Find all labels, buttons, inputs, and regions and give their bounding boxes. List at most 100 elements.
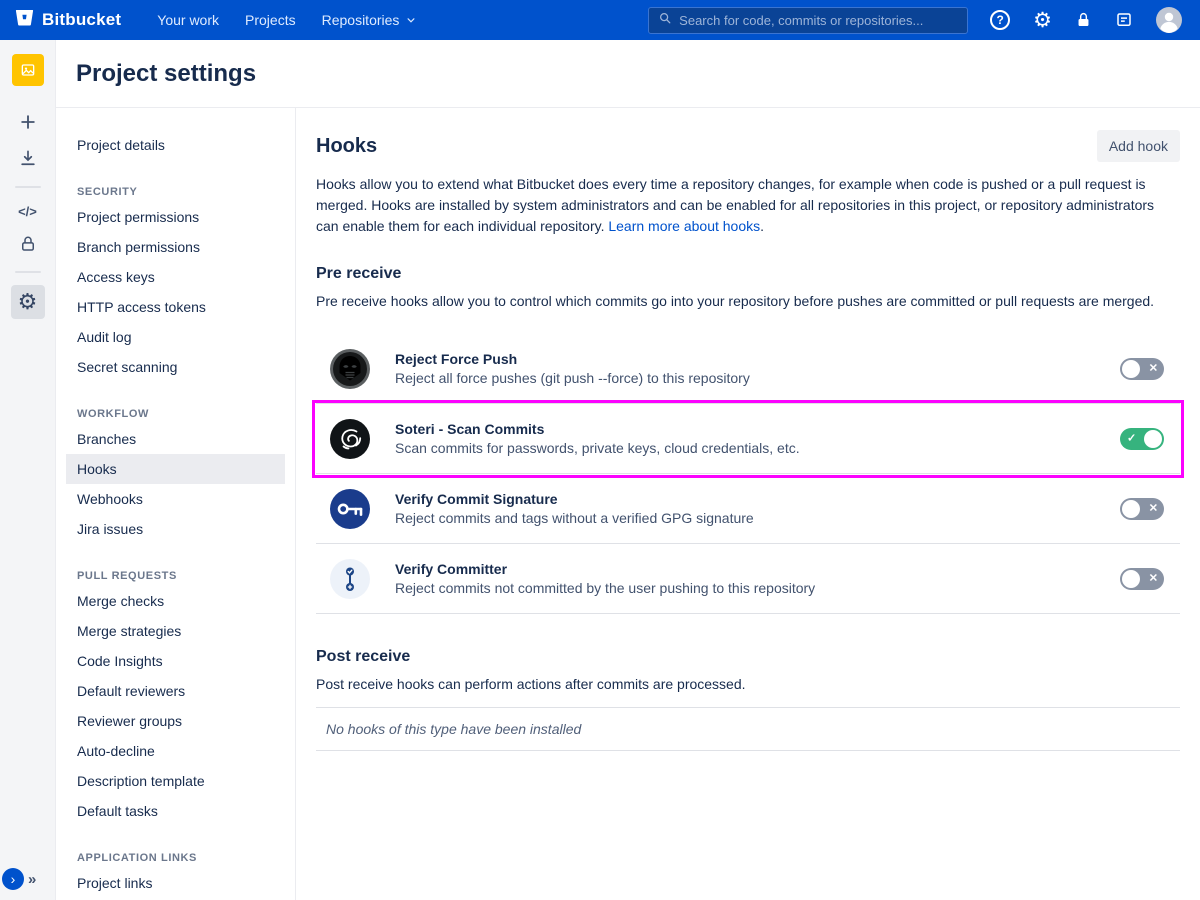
hook-name: Verify Committer: [395, 561, 815, 577]
settings-nav-item-project-details[interactable]: Project details: [66, 130, 285, 160]
double-chevron-icon[interactable]: »: [28, 871, 36, 888]
pre-receive-heading: Pre receive: [316, 265, 1180, 283]
settings-nav-section-application-links: APPLICATION LINKS: [66, 848, 285, 868]
topnav-links: Your workProjectsRepositories: [147, 6, 428, 34]
left-rail: </> ⚙ › »: [0, 40, 56, 900]
hook-description: Scan commits for passwords, private keys…: [395, 440, 800, 456]
hooks-intro: Hooks allow you to extend what Bitbucket…: [316, 174, 1180, 237]
lock-icon[interactable]: [19, 235, 37, 253]
darth-vader-icon: [330, 349, 370, 389]
settings-nav-item-secret-scanning[interactable]: Secret scanning: [66, 352, 285, 382]
toggle-check-icon: ✓: [1127, 433, 1136, 444]
hooks-heading: Hooks: [316, 135, 377, 158]
hook-name: Verify Commit Signature: [395, 491, 754, 507]
feedback-icon[interactable]: [1115, 11, 1133, 29]
hook-text: Verify Commit Signature Reject commits an…: [395, 491, 754, 526]
security-lock-icon[interactable]: [1075, 11, 1092, 29]
hook-name: Soteri - Scan Commits: [395, 421, 800, 437]
settings-nav-item-project-links[interactable]: Project links: [66, 868, 285, 898]
expand-sidebar-icon[interactable]: ›: [2, 868, 24, 890]
rail-divider: [15, 186, 41, 188]
hook-text: Reject Force Push Reject all force pushes…: [395, 351, 750, 386]
search-input[interactable]: [679, 13, 958, 28]
toggle-cross-icon: ✕: [1149, 363, 1158, 374]
hook-row-verify-commit-signature: Verify Commit Signature Reject commits an…: [316, 474, 1180, 544]
hooks-header: Hooks Add hook: [316, 130, 1180, 162]
settings-nav-item-merge-checks[interactable]: Merge checks: [66, 586, 285, 616]
hook-row-reject-force-push: Reject Force Push Reject all force pushes…: [316, 334, 1180, 404]
pre-receive-hook-list: Reject Force Push Reject all force pushes…: [316, 334, 1180, 614]
post-receive-description: Post receive hooks can perform actions a…: [316, 674, 1180, 695]
settings-nav-section-pull-requests: PULL REQUESTS: [66, 566, 285, 586]
settings-nav-item-branch-permissions[interactable]: Branch permissions: [66, 232, 285, 262]
toggle-knob: [1144, 430, 1162, 448]
settings-nav-item-default-tasks[interactable]: Default tasks: [66, 796, 285, 826]
hook-description: Reject commits not committed by the user…: [395, 580, 815, 596]
create-plus-icon[interactable]: [18, 112, 38, 132]
topnav-link-your-work[interactable]: Your work: [147, 6, 229, 34]
hook-description: Reject commits and tags without a verifi…: [395, 510, 754, 526]
toggle-knob: [1122, 360, 1140, 378]
settings-nav-item-access-keys[interactable]: Access keys: [66, 262, 285, 292]
hooks-settings-panel: Hooks Add hook Hooks allow you to extend…: [296, 108, 1200, 900]
soteri-logo-icon: [330, 419, 370, 459]
settings-nav-item-branches[interactable]: Branches: [66, 424, 285, 454]
settings-nav-item-hooks[interactable]: Hooks: [66, 454, 285, 484]
brand-name: Bitbucket: [42, 10, 121, 30]
topnav-icon-group: ? ⚙: [990, 7, 1182, 33]
page-title: Project settings: [76, 60, 256, 88]
hook-description: Reject all force pushes (git push --forc…: [395, 370, 750, 386]
hook-text: Soteri - Scan Commits Scan commits for pa…: [395, 421, 800, 456]
bitbucket-logo[interactable]: Bitbucket: [14, 7, 121, 33]
hook-name: Reject Force Push: [395, 351, 750, 367]
search-icon: [658, 11, 672, 30]
settings-nav-item-description-template[interactable]: Description template: [66, 766, 285, 796]
settings-nav-section-workflow: WORKFLOW: [66, 404, 285, 424]
settings-nav-item-merge-strategies[interactable]: Merge strategies: [66, 616, 285, 646]
user-avatar[interactable]: [1156, 7, 1182, 33]
hook-text: Verify Committer Reject commits not commi…: [395, 561, 815, 596]
settings-nav-item-code-insights[interactable]: Code Insights: [66, 646, 285, 676]
download-icon[interactable]: [18, 148, 38, 168]
settings-nav-item-default-reviewers[interactable]: Default reviewers: [66, 676, 285, 706]
hook-row-soteri-scan-commits: Soteri - Scan Commits Scan commits for pa…: [316, 404, 1180, 474]
hook-row-verify-committer: Verify Committer Reject commits not commi…: [316, 544, 1180, 614]
toggle-knob: [1122, 570, 1140, 588]
hook-toggle-verify-commit-signature[interactable]: ✕: [1120, 498, 1164, 520]
learn-more-link[interactable]: Learn more about hooks: [608, 218, 760, 234]
settings-nav-item-reviewer-groups[interactable]: Reviewer groups: [66, 706, 285, 736]
add-hook-button[interactable]: Add hook: [1097, 130, 1180, 162]
settings-gear-icon[interactable]: ⚙: [1033, 10, 1052, 31]
hook-toggle-reject-force-push[interactable]: ✕: [1120, 358, 1164, 380]
hook-toggle-soteri-scan-commits[interactable]: ✓: [1120, 428, 1164, 450]
gpg-key-icon: [330, 489, 370, 529]
hook-toggle-verify-committer[interactable]: ✕: [1120, 568, 1164, 590]
code-icon[interactable]: </>: [18, 204, 37, 219]
help-icon[interactable]: ?: [990, 10, 1010, 30]
settings-nav-item-http-access-tokens[interactable]: HTTP access tokens: [66, 292, 285, 322]
toggle-cross-icon: ✕: [1149, 503, 1158, 514]
chevron-down-icon: [404, 13, 418, 27]
settings-gear-icon-active[interactable]: ⚙: [11, 285, 45, 319]
settings-nav-item-project-permissions[interactable]: Project permissions: [66, 202, 285, 232]
rail-divider: [15, 271, 41, 273]
expand-sidebar-control[interactable]: › »: [2, 868, 36, 890]
project-settings-nav: Project details SECURITYProject permissio…: [56, 108, 296, 900]
global-search[interactable]: [648, 7, 968, 34]
toggle-cross-icon: ✕: [1149, 573, 1158, 584]
topnav-link-projects[interactable]: Projects: [235, 6, 306, 34]
project-avatar[interactable]: [12, 54, 44, 86]
settings-nav-section-security: SECURITY: [66, 182, 285, 202]
bitbucket-mark-icon: [14, 7, 35, 33]
settings-nav-item-webhooks[interactable]: Webhooks: [66, 484, 285, 514]
top-navigation-bar: Bitbucket Your workProjectsRepositories …: [0, 0, 1200, 40]
committer-graph-icon: [330, 559, 370, 599]
post-receive-heading: Post receive: [316, 648, 1180, 666]
settings-nav-item-auto-decline[interactable]: Auto-decline: [66, 736, 285, 766]
page-header: Project settings: [56, 40, 1200, 108]
topnav-link-repositories[interactable]: Repositories: [312, 6, 429, 34]
settings-nav-item-jira-issues[interactable]: Jira issues: [66, 514, 285, 544]
post-receive-empty-message: No hooks of this type have been installe…: [316, 707, 1180, 751]
toggle-knob: [1122, 500, 1140, 518]
settings-nav-item-audit-log[interactable]: Audit log: [66, 322, 285, 352]
